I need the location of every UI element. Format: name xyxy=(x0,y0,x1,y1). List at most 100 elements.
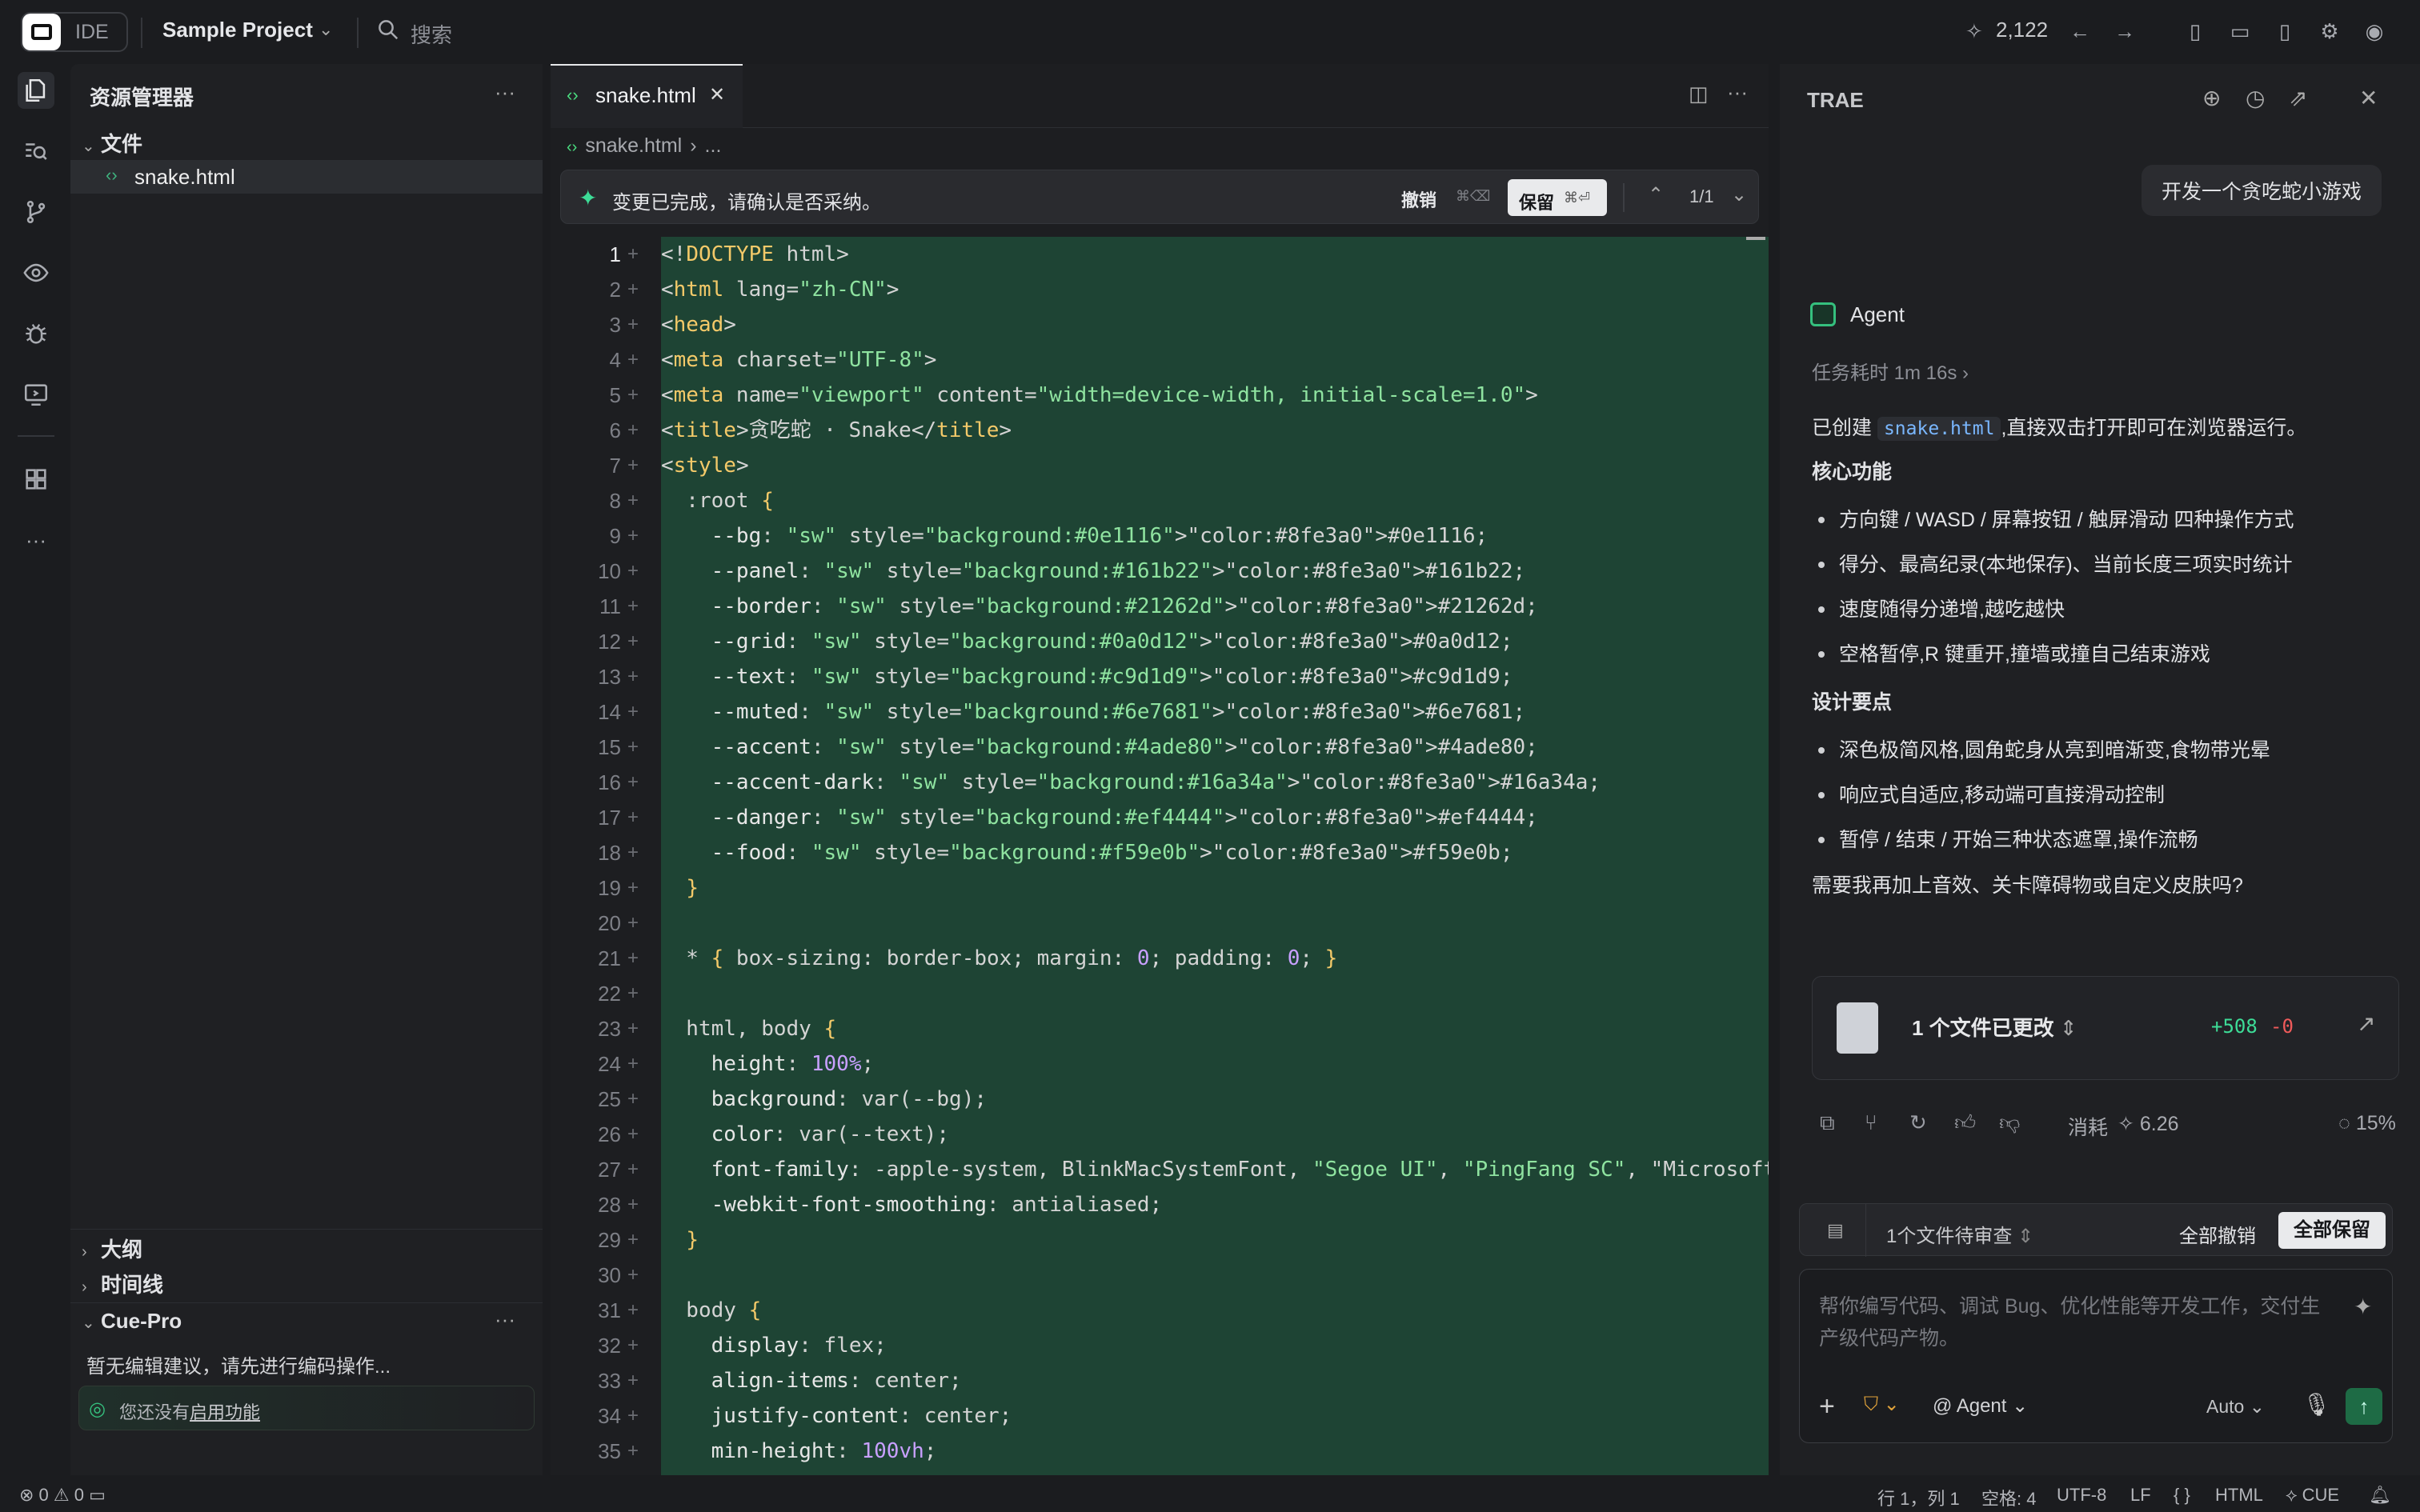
code-line[interactable]: } xyxy=(661,1222,1769,1258)
chevron-down-icon[interactable]: ⌄ xyxy=(319,19,333,40)
settings-gear-icon[interactable]: ⚙ xyxy=(2316,18,2343,45)
code-line[interactable] xyxy=(661,1258,1769,1293)
code-line[interactable]: --border: "sw" style="background:#21262d… xyxy=(661,589,1769,624)
code-view[interactable]: 1 +2 +3 +4 +5 +6 +7 +8 +9 +10 +11 +12 +13 +14 +15 +16 +1… xyxy=(551,237,1769,1475)
open-diff-icon[interactable]: ↗ xyxy=(2357,1010,2375,1037)
code-line[interactable] xyxy=(661,976,1769,1011)
open-external-icon[interactable]: ⇗ xyxy=(2289,85,2307,111)
app-logo[interactable]: IDE xyxy=(21,12,128,52)
history-icon[interactable]: ◷ xyxy=(2246,85,2265,111)
more-actions-icon[interactable]: ··· xyxy=(495,1307,515,1332)
add-context-icon[interactable]: + xyxy=(1819,1391,1835,1422)
timeline-section[interactable]: › 时间线 xyxy=(82,1269,163,1298)
chat-input[interactable]: 帮你编写代码、调试 Bug、优化性能等开发工作，交付生产级代码产物。 xyxy=(1819,1290,2331,1354)
cue-pro-section[interactable]: ⌄ Cue-Pro xyxy=(82,1309,182,1334)
code-line[interactable]: html, body { xyxy=(661,1011,1769,1046)
code-content[interactable]: <!DOCTYPE html> <html lang="zh-CN"> <head>… xyxy=(661,237,1769,1475)
preview-eye-icon[interactable] xyxy=(18,254,54,291)
code-line[interactable]: <title>贪吃蛇 · Snake</title> xyxy=(661,413,1769,448)
back-arrow-icon[interactable]: ← xyxy=(2066,18,2093,45)
reject-all-button[interactable]: 全部撤销 xyxy=(2179,1220,2256,1248)
chat-input-box[interactable]: 帮你编写代码、调试 Bug、优化性能等开发工作，交付生产级代码产物。 ✦ + ⛉… xyxy=(1799,1269,2393,1443)
indentation[interactable]: 空格: 4 xyxy=(1981,1485,2036,1510)
close-tab-icon[interactable]: ✕ xyxy=(709,83,725,106)
code-line[interactable]: body { xyxy=(661,1293,1769,1328)
retry-icon[interactable]: ↻ xyxy=(1909,1110,1927,1135)
credits-count[interactable]: 2,122 xyxy=(1996,18,2048,42)
project-selector[interactable]: Sample Project xyxy=(162,18,313,42)
expand-icon[interactable]: ⇕ xyxy=(2060,1016,2077,1040)
code-line[interactable]: <meta charset="UTF-8"> xyxy=(661,342,1769,378)
send-button[interactable]: ↑ xyxy=(2346,1388,2382,1425)
microphone-icon[interactable]: 🎙︎ xyxy=(2302,1391,2331,1418)
pending-files-dropdown[interactable]: 1个文件待审查 ⇕ xyxy=(1886,1220,2033,1248)
code-line[interactable]: --food: "sw" style="background:#f59e0b">… xyxy=(661,835,1769,870)
code-line[interactable]: --grid: "sw" style="background:#0a0d12">… xyxy=(661,624,1769,659)
explorer-files-icon[interactable] xyxy=(18,72,54,109)
code-line[interactable]: <!DOCTYPE html> xyxy=(661,237,1769,272)
file-link[interactable]: snake.html xyxy=(1877,417,2001,441)
more-icon[interactable]: ··· xyxy=(18,522,54,558)
code-line[interactable]: height: 100%; xyxy=(661,1046,1769,1082)
code-line[interactable]: * { box-sizing: border-box; margin: 0; p… xyxy=(661,941,1769,976)
keep-all-button[interactable]: 全部保留 xyxy=(2278,1212,2386,1249)
toggle-bottom-panel-icon[interactable]: ▭ xyxy=(2226,18,2254,45)
debug-bug-icon[interactable] xyxy=(18,315,54,352)
search-input[interactable]: 搜索 xyxy=(411,19,452,49)
split-editor-icon[interactable]: ◫ xyxy=(1689,82,1709,106)
code-line[interactable]: <meta name="viewport" content="width=dev… xyxy=(661,378,1769,413)
outline-section[interactable]: › 大纲 xyxy=(82,1234,142,1263)
account-avatar-icon[interactable]: ◉ xyxy=(2361,18,2388,45)
scrollbar-thumb[interactable] xyxy=(1746,237,1765,240)
code-line[interactable]: --bg: "sw" style="background:#0e1116">"c… xyxy=(661,518,1769,554)
new-chat-icon[interactable]: ⊕ xyxy=(2202,85,2221,111)
breadcrumb-more[interactable]: ... xyxy=(705,134,722,157)
search-icon[interactable] xyxy=(376,18,400,42)
code-line[interactable]: <html lang="zh-CN"> xyxy=(661,272,1769,307)
thumbs-up-icon[interactable]: 👍︎ xyxy=(1954,1110,1976,1135)
thumbs-down-icon[interactable]: 👎︎ xyxy=(1999,1110,2020,1135)
code-line[interactable]: :root { xyxy=(661,483,1769,518)
model-selector[interactable]: Auto ⌄ xyxy=(2206,1396,2265,1418)
code-line[interactable]: } xyxy=(661,870,1769,906)
code-line[interactable]: -webkit-font-smoothing: antialiased; xyxy=(661,1187,1769,1222)
encoding[interactable]: UTF-8 xyxy=(2057,1485,2106,1506)
branch-icon[interactable]: ⑂ xyxy=(1865,1110,1877,1135)
tab-snake-html[interactable]: ‹› snake.html ✕ xyxy=(551,64,743,128)
code-line[interactable]: --text: "sw" style="background:#c9d1d9">… xyxy=(661,659,1769,694)
notifications-bell-icon[interactable]: 🔔︎ xyxy=(2369,1485,2391,1506)
code-line[interactable]: --danger: "sw" style="background:#ef4444… xyxy=(661,800,1769,835)
cue-status[interactable]: ⟡ CUE xyxy=(2286,1485,2339,1506)
code-line[interactable]: min-height: 100vh; xyxy=(661,1434,1769,1469)
search-code-icon[interactable] xyxy=(18,133,54,170)
permission-shield-icon[interactable]: ⛉ ⌄ xyxy=(1864,1393,1900,1416)
problems-indicator[interactable]: ⊗ 0 ⚠ 0 ▭ xyxy=(19,1485,106,1506)
extensions-grid-icon[interactable] xyxy=(18,461,54,498)
code-line[interactable]: --muted: "sw" style="background:#6e7681"… xyxy=(661,694,1769,730)
close-panel-icon[interactable]: ✕ xyxy=(2359,85,2378,111)
code-line[interactable]: background: var(--bg); xyxy=(661,1082,1769,1117)
code-line[interactable]: justify-content: center; xyxy=(661,1398,1769,1434)
source-control-icon[interactable] xyxy=(18,194,54,230)
code-line[interactable]: --panel: "sw" style="background:#161b22"… xyxy=(661,554,1769,589)
enable-feature-link[interactable]: 启用功能 xyxy=(190,1402,260,1422)
agent-mode-selector[interactable]: @ Agent ⌄ xyxy=(1933,1394,2028,1418)
toggle-left-panel-icon[interactable]: ▯ xyxy=(2182,18,2209,45)
code-line[interactable]: --accent-dark: "sw" style="background:#1… xyxy=(661,765,1769,800)
code-line[interactable]: font-family: -apple-system, BlinkMacSyst… xyxy=(661,1152,1769,1187)
files-changed-card[interactable]: 1 个文件已更改 ⇕ +508 -0 ↗ xyxy=(1812,976,2399,1080)
undo-button[interactable]: 撤销 xyxy=(1401,186,1436,212)
file-item-snake-html[interactable]: ‹› snake.html xyxy=(70,160,543,194)
line-ending[interactable]: LF xyxy=(2130,1485,2151,1506)
toggle-right-panel-icon[interactable]: ▯ xyxy=(2271,18,2298,45)
code-line[interactable]: display: flex; xyxy=(661,1328,1769,1363)
task-duration[interactable]: 任务耗时 1m 16s › xyxy=(1812,357,1969,385)
brackets[interactable]: { } xyxy=(2174,1485,2190,1506)
remote-monitor-icon[interactable] xyxy=(18,376,54,413)
code-line[interactable]: --accent: "sw" style="background:#4ade80… xyxy=(661,730,1769,765)
breadcrumb-file[interactable]: snake.html xyxy=(585,134,682,157)
code-line[interactable]: <head> xyxy=(661,307,1769,342)
forward-arrow-icon[interactable]: → xyxy=(2111,18,2138,45)
code-line[interactable] xyxy=(661,906,1769,941)
language-mode[interactable]: HTML xyxy=(2215,1485,2263,1506)
